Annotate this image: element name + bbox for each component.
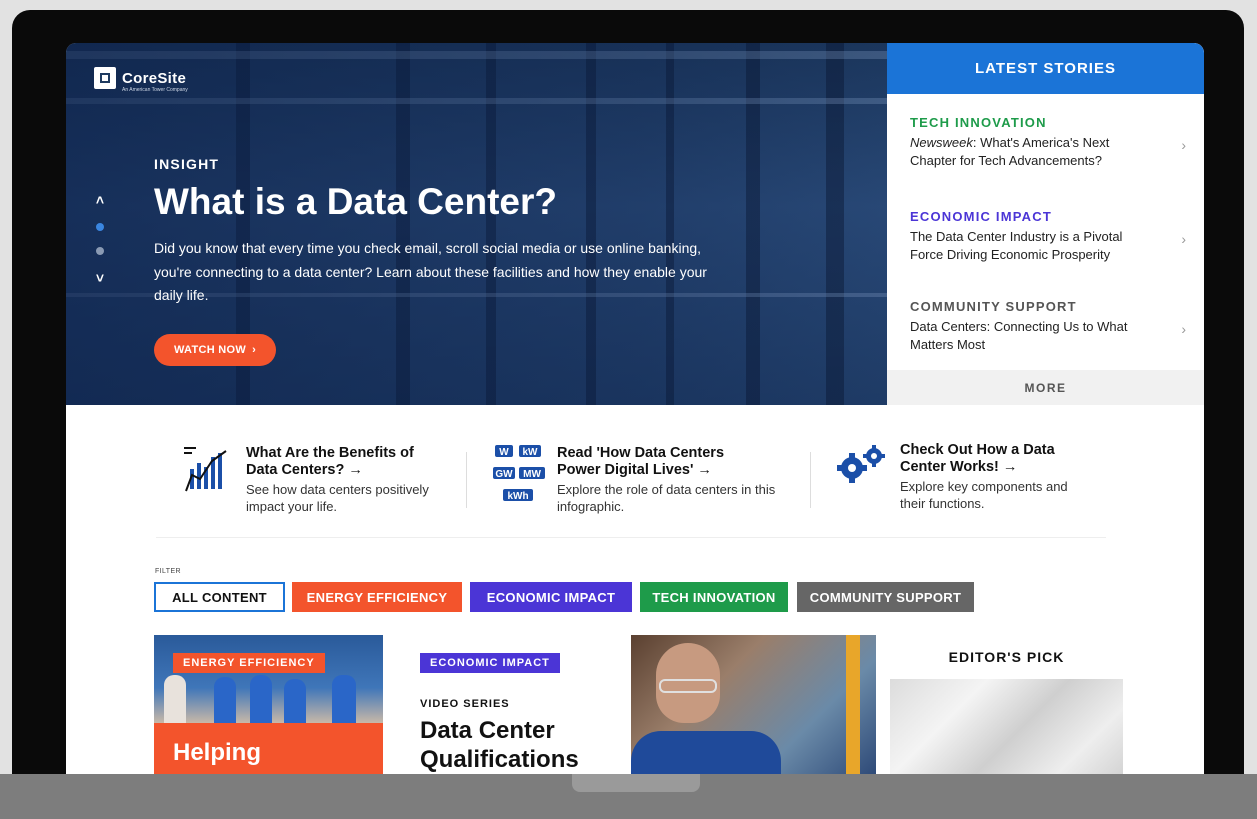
laptop-notch bbox=[572, 774, 700, 792]
filter-label: FILTER bbox=[155, 568, 181, 575]
latest-stories-panel: LATEST STORIES TECH INNOVATION Newsweek:… bbox=[887, 43, 1204, 405]
card-tag: ENERGY EFFICIENCY bbox=[173, 653, 325, 673]
story-title: Data Centers: Connecting Us to What Matt… bbox=[910, 319, 1128, 352]
icon-label: GW bbox=[495, 469, 513, 480]
promo-title: What Are the Benefits of Data Centers? → bbox=[246, 445, 414, 478]
hero-slide-nav: ˄ ˅ bbox=[93, 193, 107, 285]
story-item[interactable]: ECONOMIC IMPACT The Data Center Industry… bbox=[887, 209, 1204, 289]
story-title: The Data Center Industry is a Pivotal Fo… bbox=[910, 229, 1123, 262]
story-item[interactable]: TECH INNOVATION Newsweek: What's America… bbox=[887, 115, 1204, 195]
promo-divider bbox=[466, 452, 467, 508]
story-item[interactable]: COMMUNITY SUPPORT Data Centers: Connecti… bbox=[887, 299, 1204, 379]
chevron-right-icon: › bbox=[1181, 137, 1186, 153]
content-card[interactable]: ECONOMIC IMPACT VIDEO SERIES Data Center… bbox=[403, 635, 619, 774]
chevron-up-icon[interactable]: ˄ bbox=[93, 193, 107, 207]
filter-community-support[interactable]: COMMUNITY SUPPORT bbox=[797, 582, 974, 612]
promo-title: Read 'How Data Centers Power Digital Liv… bbox=[557, 445, 725, 478]
bar-chart-icon bbox=[184, 447, 227, 492]
promo-divider bbox=[810, 452, 811, 508]
person-figure bbox=[214, 677, 236, 723]
person-figure bbox=[284, 679, 306, 723]
chevron-right-icon: › bbox=[252, 344, 257, 356]
person-figure bbox=[332, 675, 356, 723]
coresite-logo[interactable]: CoreSite bbox=[94, 67, 186, 89]
filter-energy-efficiency[interactable]: ENERGY EFFICIENCY bbox=[292, 582, 462, 612]
promo-benefits[interactable]: What Are the Benefits of Data Centers? →… bbox=[182, 445, 446, 515]
section-divider bbox=[156, 537, 1106, 538]
slide-dot-active[interactable] bbox=[96, 223, 104, 231]
hero-banner: CoreSite An American Tower Company ˄ ˅ I… bbox=[66, 43, 887, 405]
story-category: ECONOMIC IMPACT bbox=[910, 209, 1052, 224]
chevron-down-icon[interactable]: ˅ bbox=[93, 271, 107, 285]
hero-title: What is a Data Center? bbox=[154, 181, 557, 222]
safety-glasses bbox=[659, 679, 717, 693]
person-figure bbox=[250, 675, 272, 723]
editors-pick-image bbox=[890, 679, 1123, 774]
person-figure bbox=[164, 675, 186, 723]
slide-dot[interactable] bbox=[96, 247, 104, 255]
chevron-right-icon: › bbox=[1181, 321, 1186, 337]
more-stories-button[interactable]: MORE bbox=[887, 370, 1204, 405]
promo-how-it-works[interactable]: Check Out How a Data Center Works! → Exp… bbox=[836, 442, 1090, 512]
watch-now-label: WATCH NOW bbox=[173, 344, 247, 356]
card-title-line: Qualifications bbox=[420, 746, 579, 773]
logo-tagline: An American Tower Company bbox=[122, 87, 188, 93]
card-title-line: Data Center bbox=[420, 717, 555, 744]
hero-description: Did you know that every time you check e… bbox=[154, 240, 707, 303]
watch-now-button[interactable]: WATCH NOW › bbox=[154, 334, 276, 366]
story-category: TECH INNOVATION bbox=[910, 115, 1047, 130]
hero-eyebrow: INSIGHT bbox=[154, 156, 220, 172]
logo-mark-icon bbox=[94, 67, 116, 89]
chevron-right-icon: › bbox=[1181, 231, 1186, 247]
cable-bundle bbox=[846, 635, 860, 774]
filter-all-content[interactable]: ALL CONTENT bbox=[154, 582, 285, 612]
editors-pick-card[interactable]: EDITOR'S PICK bbox=[890, 635, 1123, 774]
promo-description: Explore the role of data centers in this… bbox=[557, 482, 776, 514]
story-publication: Newsweek bbox=[910, 135, 973, 150]
promo-title: Check Out How a Data Center Works! → bbox=[900, 442, 1055, 475]
browser-viewport: CoreSite An American Tower Company ˄ ˅ I… bbox=[66, 43, 1204, 774]
person-shirt bbox=[631, 731, 781, 774]
gears-icon bbox=[837, 445, 885, 483]
story-title: Newsweek: What's America's Next Chapter … bbox=[910, 134, 1158, 169]
filter-tech-innovation[interactable]: TECH INNOVATION bbox=[640, 582, 788, 612]
editors-pick-heading: EDITOR'S PICK bbox=[890, 635, 1123, 679]
content-card-photo[interactable] bbox=[631, 635, 876, 774]
content-card[interactable]: ENERGY EFFICIENCY Helping bbox=[154, 635, 383, 774]
icon-label: MW bbox=[523, 469, 541, 480]
card-title: Data Center Qualifications bbox=[420, 716, 579, 774]
icon-label: kWh bbox=[507, 491, 528, 502]
icon-label: W bbox=[499, 447, 509, 458]
kilowatt-icon: W kW GW MW kWh bbox=[493, 445, 545, 502]
card-tag: ECONOMIC IMPACT bbox=[420, 653, 560, 673]
filter-economic-impact[interactable]: ECONOMIC IMPACT bbox=[470, 582, 632, 612]
promo-description: See how data centers positively impact y… bbox=[246, 482, 429, 514]
promo-infographic[interactable]: W kW GW MW kWh Read 'How Data Centers Po… bbox=[493, 445, 787, 515]
latest-stories-heading: LATEST STORIES bbox=[887, 43, 1204, 94]
card-photo bbox=[154, 635, 383, 723]
logo-text: CoreSite bbox=[122, 69, 187, 87]
promo-description: Explore key components and their functio… bbox=[900, 479, 1068, 511]
story-category: COMMUNITY SUPPORT bbox=[910, 299, 1077, 314]
card-eyebrow: VIDEO SERIES bbox=[420, 698, 510, 710]
icon-label: kW bbox=[523, 447, 539, 458]
card-title: Helping bbox=[173, 739, 261, 766]
